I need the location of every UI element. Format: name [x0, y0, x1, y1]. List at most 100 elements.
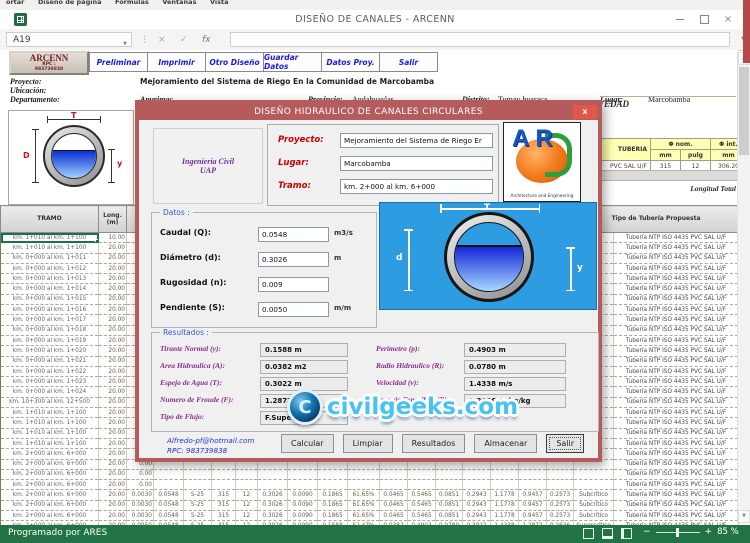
cell-value[interactable]: 0.0465 [380, 511, 408, 521]
cell-value[interactable] [318, 480, 348, 490]
cell-tramo[interactable]: km. 2+000 al km. 6+000 [1, 469, 99, 479]
cell-value[interactable]: 315 [212, 511, 236, 521]
cell-value[interactable] [547, 469, 574, 479]
cell-tipo-tuberia[interactable]: Tubería NTP ISO 4435 PVC SAL U/F [614, 480, 739, 490]
cell-value[interactable] [258, 469, 288, 479]
cell-value[interactable]: 1.1778 [491, 500, 519, 510]
zoom-slider[interactable] [656, 532, 700, 533]
cell-tipo-tuberia[interactable]: Tubería NTP ISO 4435 PVC SAL U/F [614, 263, 739, 273]
cell-flujo[interactable]: Subcrítico [574, 500, 614, 510]
cell-tipo-tuberia[interactable]: Tubería NTP ISO 4435 PVC SAL U/F [614, 428, 739, 438]
enter-icon[interactable]: ✓ [180, 32, 188, 47]
arcenn-logo-button[interactable]: ARCENN RPC : 983739838 [9, 51, 89, 75]
cell-long[interactable]: 20.00 [99, 408, 127, 418]
cell-value[interactable]: 0.0465 [380, 500, 408, 510]
formula-input[interactable] [230, 32, 730, 47]
page-layout-view-icon[interactable] [602, 528, 613, 539]
cell-tipo-tuberia[interactable]: Tubería NTP ISO 4435 PVC SAL U/F [614, 511, 739, 521]
cell-long[interactable]: 20.00 [99, 397, 127, 407]
cell-value[interactable]: 0.1865 [318, 490, 348, 500]
dialog-button-salir[interactable]: Salir [546, 434, 584, 453]
cell-tramo[interactable]: km. 1+010 al km. 1+100 [1, 233, 99, 243]
dialog-field-input[interactable]: Mejoramiento del Sistema de Riego Er [340, 133, 493, 148]
cell-tipo-tuberia[interactable]: Tubería NTP ISO 4435 PVC SAL U/F [614, 377, 739, 387]
cell-long[interactable]: 20.00 [99, 366, 127, 376]
cell-value[interactable] [547, 480, 574, 490]
cell-value[interactable]: 0.0090 [288, 511, 318, 521]
cell-value[interactable]: 61.65% [348, 500, 380, 510]
cell-tramo[interactable]: km. 10+300 al km. 12+500 [1, 397, 99, 407]
cell-value[interactable] [154, 469, 184, 479]
cell-tipo-tuberia[interactable]: Tubería NTP ISO 4435 PVC SAL U/F [614, 449, 739, 459]
cell-long[interactable]: 20.00 [99, 253, 127, 263]
dialog-button-calcular[interactable]: Calcular [281, 434, 334, 453]
toolbar-button[interactable]: Datos Proy. [321, 52, 380, 72]
cell-value[interactable] [184, 480, 212, 490]
cell-tramo[interactable]: km. 0+000 al km. 1+015 [1, 294, 99, 304]
toolbar-button[interactable]: Salir [379, 52, 438, 72]
cell-value[interactable]: 0.1865 [318, 511, 348, 521]
cell-value[interactable] [154, 480, 184, 490]
cell-long[interactable]: 20.00 [99, 377, 127, 387]
cell-long[interactable]: 20.00 [99, 335, 127, 345]
cell-long[interactable]: 20.00 [99, 490, 127, 500]
page-break-view-icon[interactable] [621, 528, 632, 539]
cell-value[interactable] [463, 480, 491, 490]
cell-value[interactable]: 12 [236, 511, 258, 521]
cell-value[interactable]: 315 [212, 490, 236, 500]
toolbar-button[interactable]: Imprimir [147, 52, 206, 72]
cell-value[interactable]: 0.9457 [519, 500, 547, 510]
cell-long[interactable]: 20.00 [99, 459, 127, 469]
dialog-field-input[interactable]: km. 2+000 al km. 6+000 [340, 179, 493, 194]
datos-input[interactable]: 0.3026 [258, 252, 329, 267]
cell-value[interactable]: 0.3026 [258, 490, 288, 500]
cell-tipo-tuberia[interactable]: Tubería NTP ISO 4435 PVC SAL U/F [614, 253, 739, 263]
cell-value[interactable] [288, 469, 318, 479]
toolbar-button[interactable]: Otro Diseño [205, 52, 264, 72]
cell-value[interactable]: 0.0090 [288, 490, 318, 500]
cell-tramo[interactable]: km. 0+000 al km. 1+017 [1, 315, 99, 325]
cell-flujo[interactable]: Subcrítico [574, 490, 614, 500]
cell-tramo[interactable]: km. 0+000 al km. 1+016 [1, 305, 99, 315]
cell-value[interactable] [288, 480, 318, 490]
cell-long[interactable]: 20.00 [99, 449, 127, 459]
cell-tipo-tuberia[interactable]: Tubería NTP ISO 4435 PVC SAL U/F [614, 325, 739, 335]
cell-long[interactable]: 20.00 [99, 511, 127, 521]
cell-long[interactable]: 20.00 [99, 243, 127, 253]
cell-value[interactable]: 0.2943 [463, 490, 491, 500]
cell-tramo[interactable]: km. 1+010 al km. 1+100 [1, 428, 99, 438]
vertical-scrollbar[interactable]: ▲ ▼ [737, 52, 750, 523]
cell-tipo-tuberia[interactable]: Tubería NTP ISO 4435 PVC SAL U/F [614, 233, 739, 243]
cell-value[interactable]: S-25 [184, 500, 212, 510]
cancel-icon[interactable]: × [158, 32, 166, 47]
normal-view-icon[interactable] [583, 528, 594, 539]
zoom-slider-thumb[interactable] [676, 528, 679, 537]
dialog-button-limpiar[interactable]: Limpiar [343, 434, 393, 453]
cell-value[interactable]: 0.2943 [463, 511, 491, 521]
cell-tipo-tuberia[interactable]: Tubería NTP ISO 4435 PVC SAL U/F [614, 438, 739, 448]
cell-value[interactable]: 0.0548 [154, 500, 184, 510]
dialog-button-almacenar[interactable]: Almacenar [474, 434, 537, 453]
cell-value[interactable] [380, 480, 408, 490]
cell-value[interactable] [491, 480, 519, 490]
cell-value[interactable]: 61.65% [348, 490, 380, 500]
cell-tramo[interactable]: km. 2+000 al km. 6+000 [1, 480, 99, 490]
cell-long[interactable]: 20.00 [99, 356, 127, 366]
cell-tipo-tuberia[interactable]: Tubería NTP ISO 4435 PVC SAL U/F [614, 366, 739, 376]
cell-s[interactable]: 0.0030 [127, 490, 154, 500]
cell-value[interactable]: 0.2573 [547, 490, 574, 500]
cell-tipo-tuberia[interactable]: Tubería NTP ISO 4435 PVC SAL U/F [614, 490, 739, 500]
cell-value[interactable]: 0.9457 [519, 511, 547, 521]
cell-tramo[interactable]: km. 2+000 al km. 6+000 [1, 449, 99, 459]
cell-tramo[interactable]: km. 0+000 al km. 1+018 [1, 325, 99, 335]
fx-icon[interactable]: fx [202, 32, 211, 47]
cell-tramo[interactable]: km. 0+000 al km. 1+011 [1, 253, 99, 263]
cell-value[interactable]: 0.2573 [547, 511, 574, 521]
cell-value[interactable] [519, 469, 547, 479]
cell-tramo[interactable]: km. 1+010 al km. 1+100 [1, 438, 99, 448]
cell-long[interactable]: 20.00 [99, 263, 127, 273]
cell-long[interactable]: 20.00 [99, 315, 127, 325]
toolbar-button[interactable]: Preliminar [89, 52, 148, 72]
cell-long[interactable]: 20.00 [99, 325, 127, 335]
cell-value[interactable]: 0.3026 [258, 500, 288, 510]
